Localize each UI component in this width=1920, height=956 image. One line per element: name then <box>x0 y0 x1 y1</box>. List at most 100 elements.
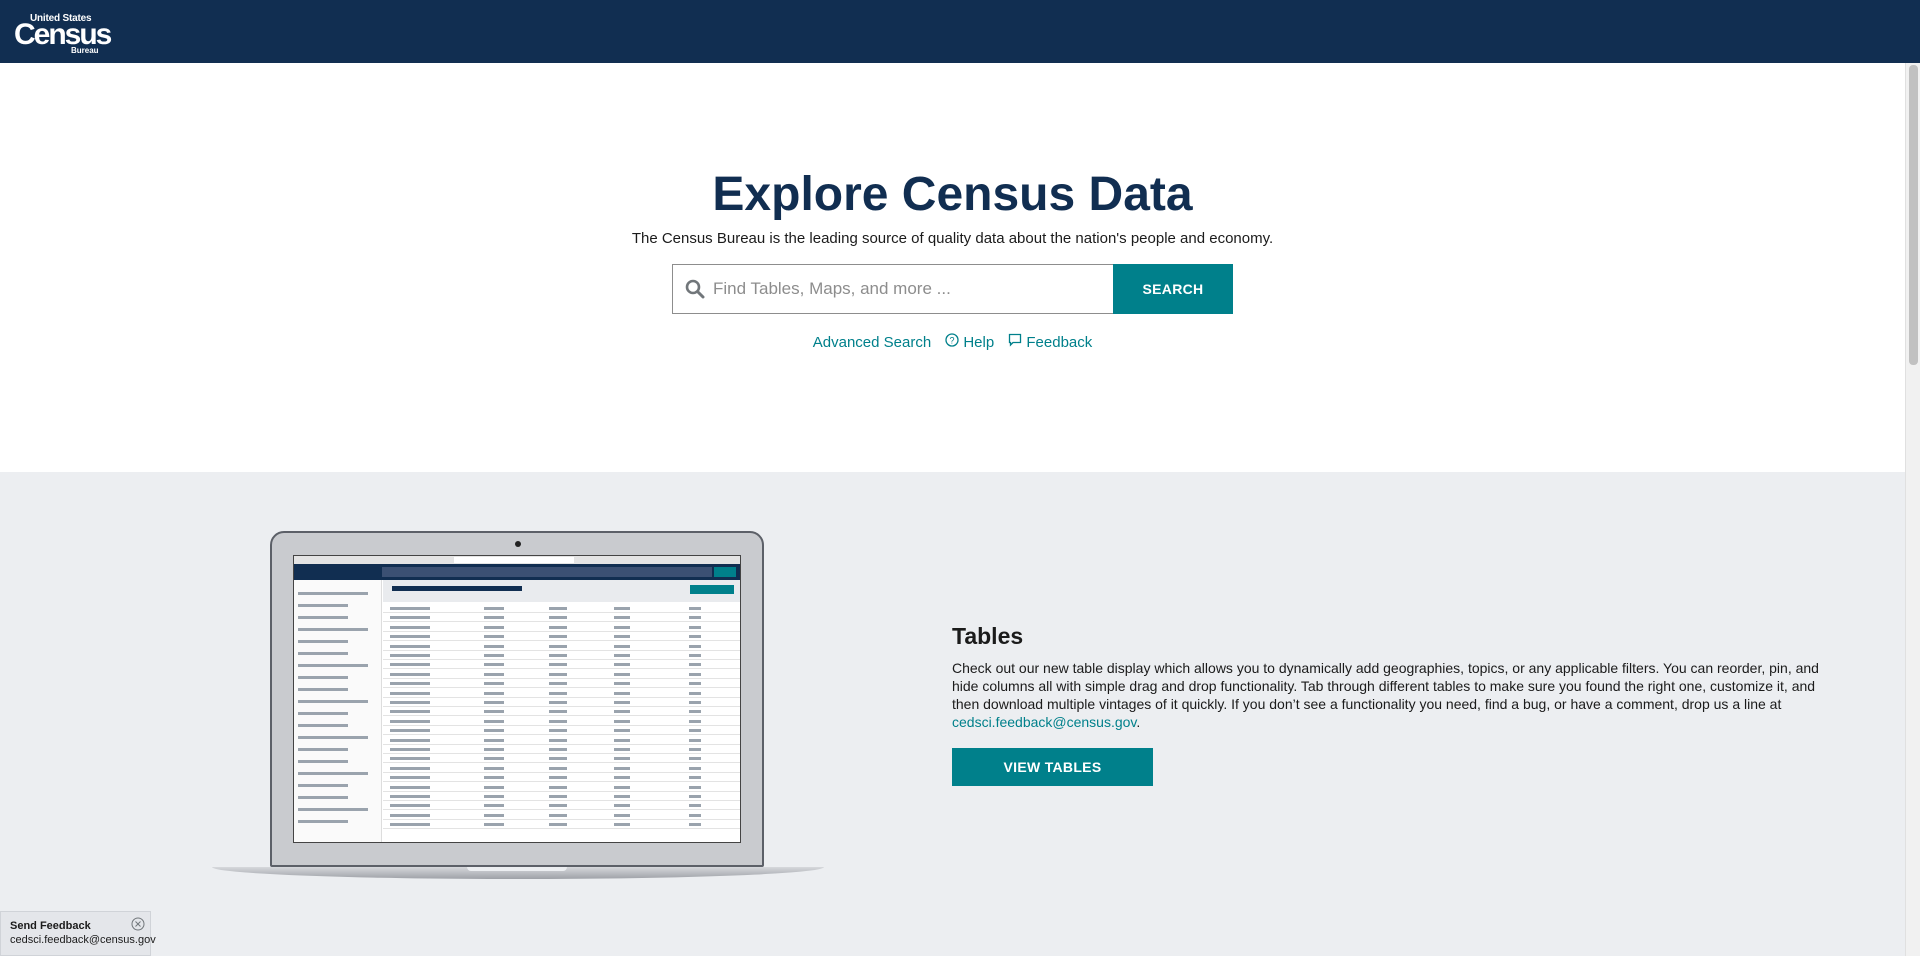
hero-links: Advanced Search ? Help Feedback <box>0 333 1905 351</box>
preview-cell <box>549 701 567 704</box>
preview-row <box>383 771 740 773</box>
page-scrollbar[interactable] <box>1905 63 1920 956</box>
preview-cell <box>689 644 701 648</box>
preview-row <box>383 621 740 623</box>
preview-cell <box>549 785 567 789</box>
tables-description-text: Check out our new table display which al… <box>952 660 1819 712</box>
preview-cell <box>484 757 504 761</box>
preview-cell <box>390 766 430 770</box>
preview-cell <box>484 654 504 657</box>
laptop-notch <box>467 867 567 871</box>
preview-cell <box>549 776 567 780</box>
preview-cell <box>549 710 567 714</box>
preview-cell <box>549 738 567 742</box>
tables-section: Tables Check out our new table display w… <box>0 472 1905 956</box>
svg-text:?: ? <box>950 336 955 346</box>
preview-cell <box>614 607 630 610</box>
preview-row <box>383 630 740 632</box>
preview-cell <box>614 776 630 780</box>
preview-cell <box>484 813 504 817</box>
view-tables-button[interactable]: VIEW TABLES <box>952 748 1153 786</box>
send-feedback-email: cedsci.feedback@census.gov <box>10 934 156 946</box>
preview-side-line <box>298 664 368 667</box>
preview-cell <box>614 663 630 667</box>
preview-cell <box>484 644 504 648</box>
preview-cell <box>484 804 504 808</box>
preview-cell <box>390 748 430 751</box>
preview-cell <box>484 776 504 780</box>
preview-row <box>383 781 740 783</box>
preview-cell <box>689 813 701 817</box>
preview-row <box>383 649 740 651</box>
preview-cell <box>390 823 430 827</box>
laptop-lid <box>270 531 764 867</box>
preview-cell <box>390 738 430 742</box>
feedback-link[interactable]: Feedback <box>1008 333 1092 351</box>
search-button[interactable]: SEARCH <box>1113 264 1233 314</box>
search-input[interactable] <box>713 265 1108 313</box>
preview-cell <box>689 795 701 798</box>
preview-cell <box>390 644 430 648</box>
preview-cell <box>689 776 701 780</box>
preview-cell <box>689 663 701 667</box>
preview-cell <box>689 635 701 639</box>
search-box <box>672 264 1114 314</box>
close-circle-icon[interactable] <box>131 917 145 931</box>
preview-cell <box>689 757 701 761</box>
preview-cell <box>484 635 504 639</box>
preview-cell <box>549 719 567 723</box>
advanced-search-link[interactable]: Advanced Search <box>813 334 931 351</box>
preview-cell <box>390 785 430 789</box>
send-feedback-widget[interactable]: Send Feedback cedsci.feedback@census.gov <box>0 911 156 956</box>
preview-cell <box>484 682 504 686</box>
preview-cell <box>484 691 504 695</box>
preview-side-line <box>298 676 348 679</box>
preview-cell <box>390 757 430 761</box>
preview-cell <box>614 813 630 817</box>
preview-cell <box>484 823 504 827</box>
preview-side-line <box>298 652 348 655</box>
hero-section: Explore Census Data The Census Bureau is… <box>0 63 1905 472</box>
preview-cell <box>549 795 567 798</box>
preview-cell <box>614 766 630 770</box>
feedback-email-link[interactable]: cedsci.feedback@census.gov <box>952 714 1136 730</box>
scrollbar-thumb[interactable] <box>1909 65 1918 365</box>
preview-cell <box>549 672 567 676</box>
preview-cell <box>390 616 430 620</box>
preview-cell <box>390 795 430 798</box>
preview-row <box>383 668 740 670</box>
search-icon <box>685 279 705 299</box>
preview-row <box>383 790 740 792</box>
page-title: Explore Census Data <box>712 168 1193 221</box>
preview-row <box>383 715 740 717</box>
preview-cell <box>689 766 701 770</box>
preview-cell <box>390 813 430 817</box>
preview-cell <box>614 729 630 733</box>
preview-side-line <box>298 640 348 643</box>
preview-cell <box>549 654 567 657</box>
preview-cell <box>614 701 630 704</box>
preview-cell <box>689 719 701 723</box>
preview-side-line <box>298 604 348 607</box>
preview-cell <box>689 738 701 742</box>
preview-row <box>383 800 740 801</box>
preview-row <box>383 687 740 689</box>
preview-cell <box>390 607 430 610</box>
preview-cell <box>689 607 701 610</box>
preview-cell <box>614 625 630 629</box>
preview-cell <box>549 729 567 733</box>
preview-side-line <box>298 748 348 751</box>
help-link[interactable]: ? Help <box>945 333 994 351</box>
preview-cell <box>549 691 567 695</box>
tables-description: Check out our new table display which al… <box>952 659 1822 731</box>
preview-cell <box>549 757 567 761</box>
comment-icon <box>1008 333 1026 351</box>
preview-cell <box>484 616 504 620</box>
preview-cell <box>484 710 504 714</box>
preview-cell <box>614 635 630 639</box>
preview-cell <box>614 644 630 648</box>
preview-side-line <box>298 808 368 811</box>
logo-bottom-text: Bureau <box>71 46 99 55</box>
preview-cell <box>484 663 504 667</box>
preview-side-line <box>298 820 348 823</box>
